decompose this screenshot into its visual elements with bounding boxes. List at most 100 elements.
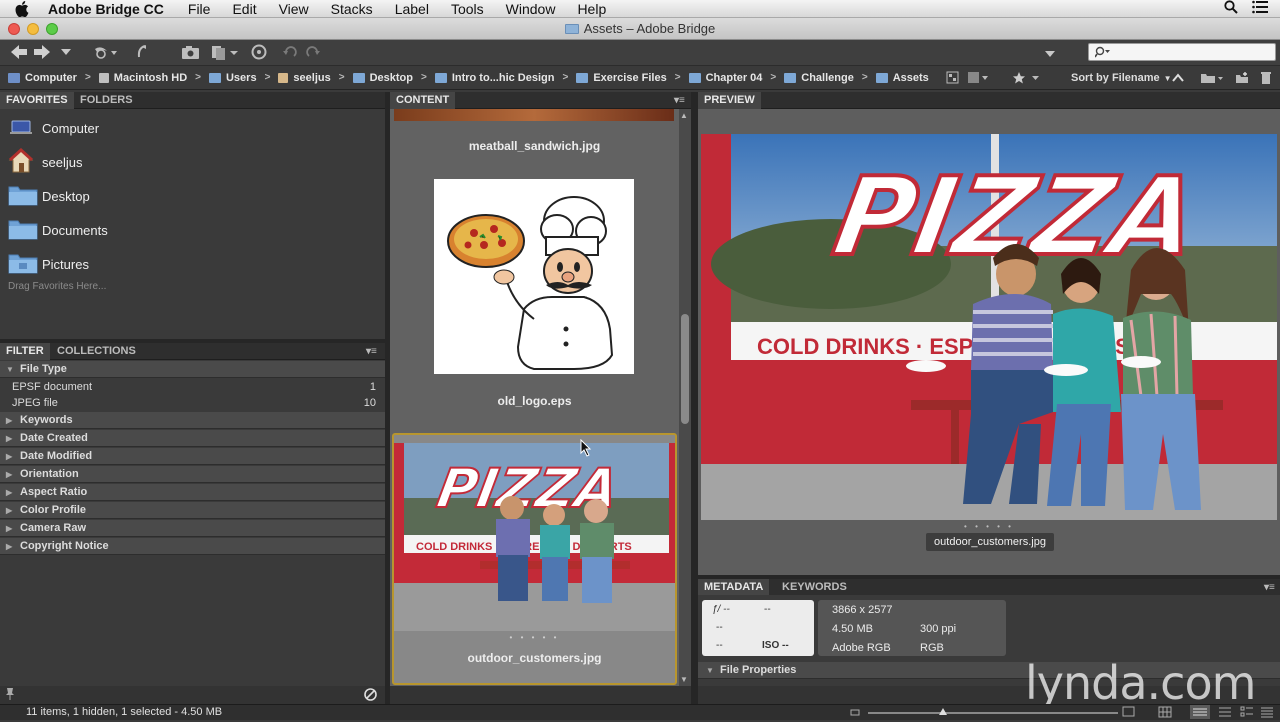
tab-keywords[interactable]: KEYWORDS [776, 579, 853, 596]
get-photos-camera-icon[interactable] [180, 44, 202, 65]
old-logo-thumbnail[interactable] [434, 179, 634, 374]
crumb-label: Challenge [801, 71, 854, 84]
menu-label[interactable]: Label [395, 1, 429, 17]
spotlight-icon[interactable] [1224, 0, 1238, 17]
crumb-desktop[interactable]: Desktop > [352, 72, 427, 84]
back-arrow-icon[interactable] [10, 44, 28, 65]
rotate-right-icon[interactable] [305, 44, 321, 65]
menu-window[interactable]: Window [506, 1, 556, 17]
zoom-out-icon[interactable] [850, 707, 862, 720]
boomerang-icon[interactable] [92, 44, 118, 65]
filter-item-epsf[interactable]: EPSF document 1 [0, 379, 385, 396]
panel-divider[interactable] [0, 339, 385, 343]
crumb-macintosh-hd[interactable]: Macintosh HD > [98, 72, 201, 84]
star-filter-icon[interactable] [1012, 66, 1042, 90]
sort-by-dropdown[interactable]: Sort by Filename ▼ [1071, 66, 1172, 90]
sort-label: Sort by Filename [1071, 72, 1160, 84]
rating-dots[interactable]: • • • • • [394, 633, 675, 642]
filter-copyright-header[interactable]: ▶ Copyright Notice [0, 538, 385, 555]
camera-raw-icon[interactable] [251, 44, 267, 65]
workspace-dropdown-icon[interactable] [1044, 46, 1056, 64]
favorite-pictures[interactable]: Pictures [8, 251, 89, 277]
search-input[interactable] [1088, 43, 1276, 61]
lock-grid-icon[interactable] [1158, 706, 1172, 721]
filter-date-created-header[interactable]: ▶ Date Created [0, 430, 385, 447]
scroll-up-icon[interactable]: ▲ [680, 111, 688, 120]
thumbnail-size-slider[interactable] [868, 712, 1118, 714]
slider-thumb[interactable] [938, 707, 948, 720]
favorite-desktop[interactable]: Desktop [8, 183, 90, 209]
refine-icon[interactable] [210, 44, 240, 65]
recent-dropdown-icon[interactable] [60, 45, 72, 63]
delete-trash-icon[interactable] [1260, 66, 1272, 90]
favorite-documents[interactable]: Documents [8, 217, 108, 243]
crumb-label: Users [225, 71, 257, 84]
rating-dots[interactable]: • • • • • [698, 522, 1280, 531]
content-tabbar: CONTENT ▾≡ [390, 92, 691, 109]
outdoor-customers-thumbnail-selected[interactable]: COLD DRINKS · ESPRESSO · DESSERTS PIZZA … [392, 433, 677, 685]
preview-image[interactable]: COLD DRINKS · ESPRESSO · DESSERTS PIZZA [701, 134, 1277, 520]
rotate-left-icon[interactable] [282, 44, 298, 65]
crumb-assets[interactable]: Assets [875, 71, 929, 84]
scrollbar-thumb[interactable] [681, 314, 689, 424]
zoom-in-icon[interactable] [1122, 706, 1136, 721]
forward-arrow-icon[interactable] [33, 44, 51, 65]
panel-menu-icon[interactable]: ▾≡ [366, 346, 377, 357]
tab-collections[interactable]: COLLECTIONS [51, 343, 142, 360]
tab-folders[interactable]: FOLDERS [74, 92, 139, 109]
crumb-seeljus[interactable]: seeljus > [278, 71, 345, 84]
menu-edit[interactable]: Edit [232, 1, 256, 17]
view-thumbnails-icon[interactable] [1190, 705, 1210, 722]
filter-aspect-ratio-header[interactable]: ▶ Aspect Ratio [0, 484, 385, 501]
sort-ascending-icon[interactable] [1172, 66, 1184, 90]
panel-menu-icon[interactable]: ▾≡ [674, 95, 685, 106]
filter-camera-raw-header[interactable]: ▶ Camera Raw [0, 520, 385, 537]
filter-color-profile-header[interactable]: ▶ Color Profile [0, 502, 385, 519]
tab-filter[interactable]: FILTER [0, 343, 50, 360]
panel-menu-icon[interactable]: ▾≡ [1264, 582, 1275, 593]
crumb-label: Assets [892, 71, 929, 84]
thumbnail-caption[interactable]: outdoor_customers.jpg [394, 651, 675, 665]
menu-file[interactable]: File [188, 1, 211, 17]
tab-metadata[interactable]: METADATA [698, 579, 770, 596]
meatball-sandwich-thumbnail[interactable] [394, 109, 674, 121]
reveal-recent-icon[interactable] [134, 44, 150, 65]
crumb-intro[interactable]: Intro to...hic Design > [434, 72, 568, 84]
notification-list-icon[interactable] [1252, 0, 1268, 17]
view-list-2-icon[interactable] [1260, 706, 1274, 721]
crumb-label: seeljus [293, 71, 331, 84]
thumbnail-caption[interactable]: meatball_sandwich.jpg [390, 139, 679, 153]
favorite-seeljus[interactable]: seeljus [8, 147, 82, 175]
tab-content[interactable]: CONTENT [390, 92, 456, 109]
crumb-chapter-04[interactable]: Chapter 04 > [688, 72, 776, 84]
hard-drive-icon [98, 72, 109, 83]
view-details-icon[interactable] [1218, 706, 1232, 721]
new-folder-icon[interactable] [1235, 66, 1249, 90]
favorite-computer[interactable]: Computer [8, 115, 99, 141]
app-menu[interactable]: Adobe Bridge CC [48, 1, 164, 17]
crumb-users[interactable]: Users > [208, 71, 270, 84]
crumb-challenge[interactable]: Challenge > [784, 71, 868, 84]
crumb-exercise-files[interactable]: Exercise Files > [576, 72, 681, 84]
thumbnail-caption[interactable]: old_logo.eps [390, 394, 679, 408]
menu-stacks[interactable]: Stacks [331, 1, 373, 17]
filter-file-type-header[interactable]: ▼ File Type [0, 361, 385, 378]
open-recent-folder-icon[interactable] [1200, 66, 1224, 90]
filter-orientation-header[interactable]: ▶ Orientation [0, 466, 385, 483]
filter-heading-label: Keywords [20, 414, 73, 426]
apple-icon[interactable] [14, 0, 30, 17]
menu-help[interactable]: Help [577, 1, 606, 17]
crumb-computer[interactable]: Computer > [8, 72, 91, 84]
filter-item-jpeg[interactable]: JPEG file 10 [0, 395, 385, 412]
view-list-icon[interactable] [1240, 706, 1254, 721]
content-scrollbar[interactable]: ▲ ▼ [679, 109, 691, 686]
thumbnail-quality-icon[interactable] [946, 66, 990, 90]
menu-view[interactable]: View [279, 1, 309, 17]
filter-date-modified-header[interactable]: ▶ Date Modified [0, 448, 385, 465]
tab-preview[interactable]: PREVIEW [698, 92, 761, 109]
panel-divider[interactable] [691, 92, 698, 704]
filter-keywords-header[interactable]: ▶ Keywords [0, 412, 385, 429]
menu-tools[interactable]: Tools [451, 1, 484, 17]
scroll-down-icon[interactable]: ▼ [680, 675, 688, 684]
tab-favorites[interactable]: FAVORITES [0, 92, 74, 109]
